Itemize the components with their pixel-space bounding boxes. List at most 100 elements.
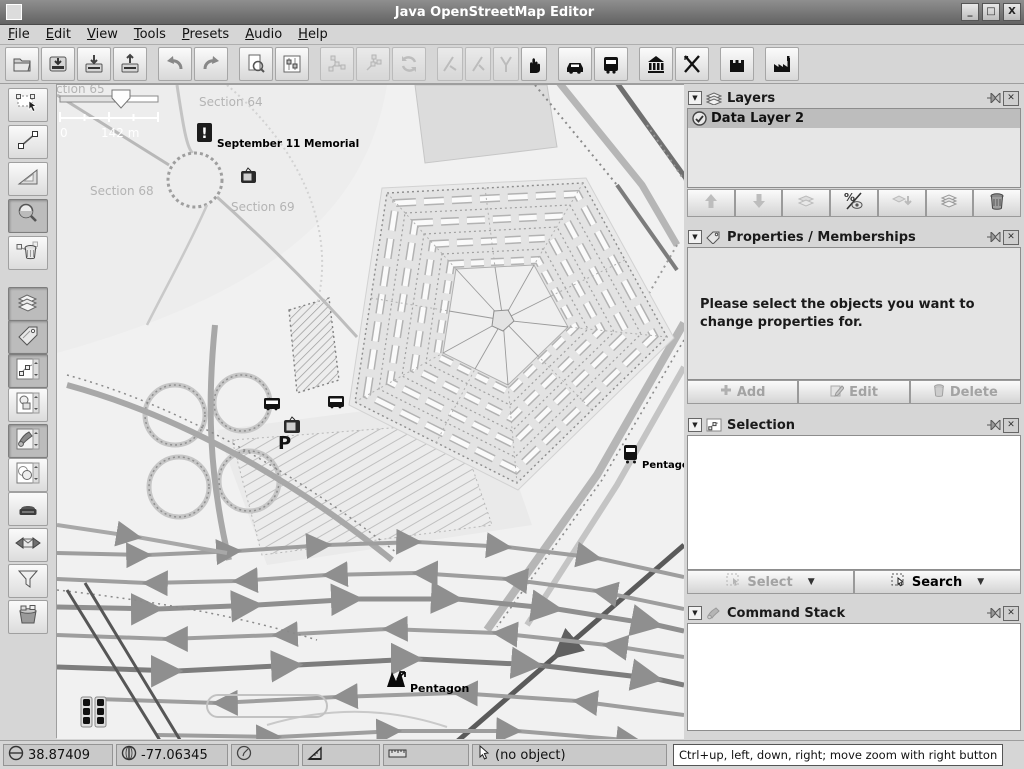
main-toolbar [0,45,1024,84]
download-button[interactable] [77,47,111,81]
bus-stop-icon [328,396,344,408]
map-view[interactable]: ! P Section 65 Section 64 Section 68 Sec… [57,84,684,739]
join-ways-button[interactable] [356,47,390,81]
collapse-icon[interactable]: ▼ [688,230,702,244]
redo-icon [200,53,222,75]
preferences-button[interactable] [275,47,309,81]
magnifier-icon [15,202,41,230]
close-icon[interactable]: ✕ [1003,418,1019,433]
menu-help[interactable]: Help [290,26,336,43]
menu-tools[interactable]: Tools [126,26,174,43]
menu-edit[interactable]: Edit [38,26,79,43]
redo-button[interactable] [194,47,228,81]
restaurant-preset-button[interactable] [675,47,709,81]
relations-toggle-button[interactable] [8,388,48,422]
dropdown-arrow-icon: ▼ [808,577,815,587]
parking-icon: P [278,433,291,454]
draw-node-icon [15,128,41,156]
selection-toggle-button[interactable] [8,354,48,388]
section-68-label: Section 68 [90,184,154,198]
relations-list-icon [15,391,41,419]
bus-stop-icon [264,398,280,410]
command-stack-toggle-button[interactable] [8,424,48,458]
close-icon[interactable]: ✕ [1003,606,1019,621]
edit-button[interactable]: Edit [798,380,909,404]
delete-layer-button[interactable] [973,189,1021,217]
layer-visibility-icon[interactable] [692,111,707,126]
maximize-button[interactable]: □ [982,3,1000,21]
latitude-field: 38.87409 [3,744,113,766]
layer-up-button[interactable] [687,189,735,217]
draw-nodes-button[interactable] [8,125,48,159]
add-button[interactable]: Add [687,380,798,404]
window-title: Java OpenStreetMap Editor [28,5,961,20]
changeset-toggle-button[interactable] [8,600,48,634]
layer-opacity-button[interactable]: % [830,189,878,217]
merge-ways-icon [326,53,348,75]
pin-icon[interactable] [987,92,1001,105]
styles-toggle-button[interactable] [8,458,48,492]
properties-body: Please select the objects you want to ch… [687,247,1021,380]
latitude-icon [8,745,24,765]
layers-list[interactable]: Data Layer 2 [687,108,1021,188]
join-ways-icon [362,53,384,75]
selection-list[interactable] [687,435,1021,570]
layer-down-button[interactable] [735,189,783,217]
collapse-icon[interactable]: ▼ [688,418,702,432]
merge-down-button[interactable] [878,189,926,217]
notes-toggle-button[interactable] [8,492,48,526]
pan-button[interactable] [521,47,547,81]
download-object-button[interactable] [239,47,273,81]
menu-audio[interactable]: Audio [237,26,290,43]
factory-preset-button[interactable] [765,47,799,81]
measure-tool-button[interactable] [8,162,48,196]
trash-icon [988,192,1006,214]
minimize-button[interactable]: _ [961,3,979,21]
combine-way-button[interactable] [465,47,491,81]
collapse-icon[interactable]: ▼ [688,91,702,105]
down-arrow-icon [750,192,768,214]
layers-toolbar: % [687,189,1021,217]
pin-icon[interactable] [987,419,1001,432]
zoom-tool-button[interactable] [8,199,48,233]
command-stack-list[interactable] [687,623,1021,731]
merge-layers-button[interactable] [782,189,830,217]
layers-toggle-button[interactable] [8,287,48,321]
search-button[interactable]: Search▼ [854,570,1021,594]
car-preset-button[interactable] [558,47,592,81]
bank-preset-button[interactable] [639,47,673,81]
menu-view[interactable]: View [79,26,126,43]
close-button[interactable]: X [1003,3,1021,21]
select-tool-button[interactable] [8,88,48,122]
upload-button[interactable] [113,47,147,81]
duplicate-layer-button[interactable] [926,189,974,217]
filter-toggle-button[interactable] [8,564,48,598]
properties-toggle-button[interactable] [8,320,48,354]
layer-row[interactable]: Data Layer 2 [688,109,1020,128]
delete-tool-button[interactable] [8,236,48,270]
dropdown-arrow-icon: ▼ [977,577,984,587]
search-cursor-icon [891,573,907,592]
select-button[interactable]: Select▼ [687,570,854,594]
collapse-icon[interactable]: ▼ [688,606,702,620]
save-button[interactable] [41,47,75,81]
close-icon[interactable]: ✕ [1003,91,1019,106]
refresh-button[interactable] [392,47,426,81]
memorial-label: September 11 Memorial [217,138,359,150]
plus-icon [720,384,732,400]
menu-file[interactable]: File [0,26,38,43]
menu-presets[interactable]: Presets [174,26,237,43]
bus-preset-button[interactable] [594,47,628,81]
delete-button[interactable]: Delete [910,380,1021,404]
castle-preset-button[interactable] [720,47,754,81]
document-search-icon [245,53,267,75]
open-button[interactable] [5,47,39,81]
split-way-button[interactable] [437,47,463,81]
pin-icon[interactable] [987,607,1001,620]
unglue-button[interactable] [493,47,519,81]
conflict-toggle-button[interactable] [8,528,48,562]
merge-ways-button[interactable] [320,47,354,81]
pin-icon[interactable] [987,231,1001,244]
undo-button[interactable] [158,47,192,81]
close-icon[interactable]: ✕ [1003,230,1019,245]
